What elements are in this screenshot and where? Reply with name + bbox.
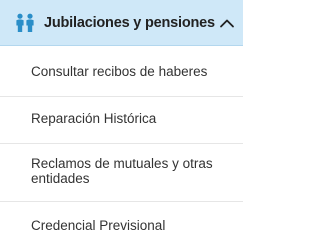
menu-header-label: Jubilaciones y pensiones xyxy=(44,14,215,31)
menu-header-jubilaciones[interactable]: Jubilaciones y pensiones xyxy=(0,0,243,46)
submenu-item-reclamos-mutuales[interactable]: Reclamos de mutuales y otras entidades xyxy=(0,156,243,186)
divider xyxy=(0,143,243,144)
chevron-up-icon xyxy=(219,19,234,27)
submenu-item-credencial-previsional[interactable]: Credencial Previsional xyxy=(0,218,243,233)
divider xyxy=(0,96,243,97)
divider xyxy=(0,201,243,202)
submenu-item-consultar-recibos[interactable]: Consultar recibos de haberes xyxy=(0,64,243,79)
people-icon xyxy=(14,13,36,33)
submenu-jubilaciones: Jubilaciones y pensiones Consultar recib… xyxy=(0,0,243,243)
submenu-item-reparacion-historica[interactable]: Reparación Histórica xyxy=(0,111,243,126)
